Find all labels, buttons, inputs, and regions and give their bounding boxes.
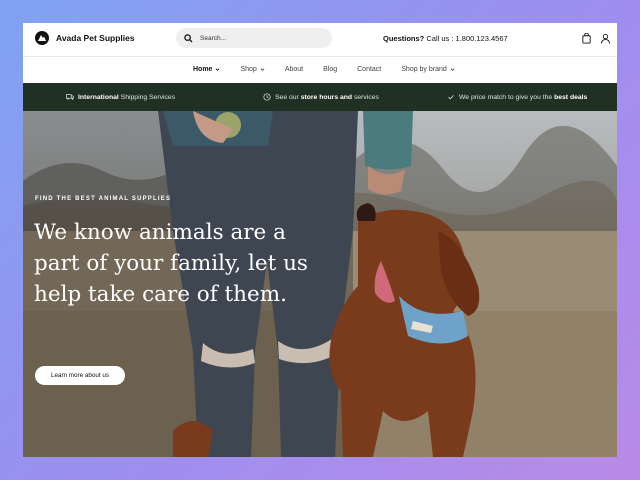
clock-icon <box>263 93 271 101</box>
info-bar: International Shipping Services See our … <box>23 83 617 111</box>
chevron-down-icon <box>450 68 455 71</box>
browser-frame: Avada Pet Supplies Questions? Call us : … <box>23 23 617 457</box>
chevron-down-icon <box>215 68 220 71</box>
user-icon[interactable] <box>600 33 611 44</box>
nav-item-about[interactable]: About <box>285 66 303 73</box>
nav-item-contact[interactable]: Contact <box>357 66 381 73</box>
nav-item-blog[interactable]: Blog <box>323 66 337 73</box>
nav-item-home[interactable]: Home <box>193 66 220 73</box>
brand-name: Avada Pet Supplies <box>56 33 135 43</box>
phone-text: Call us : 1.800.123.4567 <box>426 34 508 43</box>
site-header: Avada Pet Supplies Questions? Call us : … <box>23 23 617 56</box>
questions-label: Questions? <box>383 34 425 43</box>
contact-phone: Questions? Call us : 1.800.123.4567 <box>383 34 508 43</box>
nav-item-shop-by-brand[interactable]: Shop by brand <box>401 66 455 73</box>
site-logo[interactable]: Avada Pet Supplies <box>35 31 135 45</box>
hero-eyebrow: FIND THE BEST ANIMAL SUPPLIES <box>35 196 172 202</box>
chevron-down-icon <box>260 68 265 71</box>
hero-banner: FIND THE BEST ANIMAL SUPPLIES We know an… <box>23 111 617 457</box>
search-box[interactable] <box>176 28 332 48</box>
search-input[interactable] <box>198 33 322 43</box>
header-actions <box>581 33 611 44</box>
check-icon <box>448 94 454 100</box>
nav-item-shop[interactable]: Shop <box>240 66 265 73</box>
logo-mark-icon <box>35 31 49 45</box>
main-nav: Home Shop About Blog Contact Shop by bra… <box>23 56 617 84</box>
learn-more-button[interactable]: Learn more about us <box>35 366 125 385</box>
truck-icon <box>66 94 74 100</box>
info-price-match[interactable]: We price match to give you the best deal… <box>447 93 587 101</box>
search-icon <box>184 33 193 43</box>
cart-icon[interactable] <box>581 33 592 44</box>
info-shipping[interactable]: International Shipping Services <box>66 93 175 101</box>
info-store-hours[interactable]: See our store hours and services <box>263 93 379 101</box>
hero-headline: We know animals are a part of your famil… <box>34 220 308 307</box>
